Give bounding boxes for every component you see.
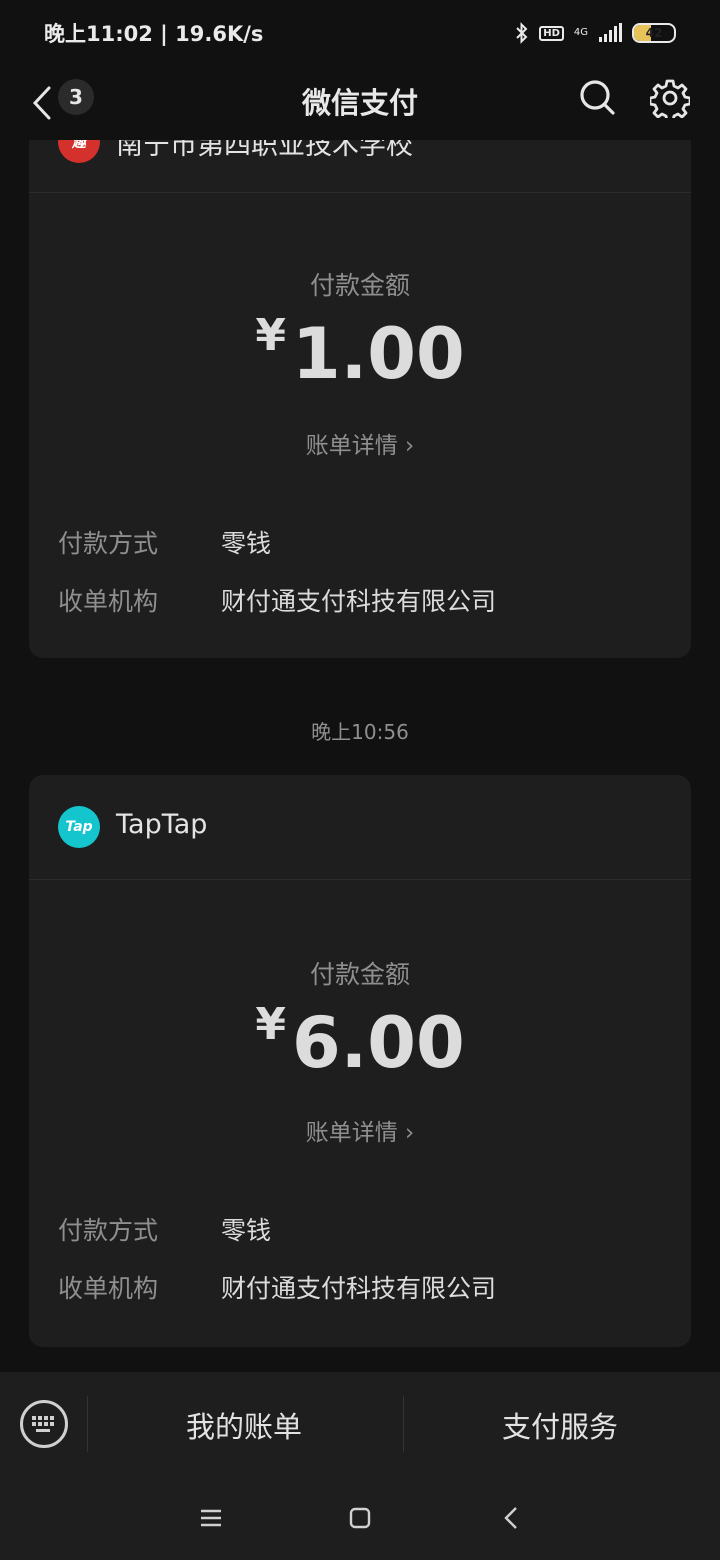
amount-value: ¥1.00 — [29, 310, 691, 395]
row-value: 零钱 — [221, 529, 272, 558]
menu-my-bills[interactable]: 我的账单 — [186, 1404, 302, 1446]
recent-apps-icon[interactable] — [195, 1502, 227, 1534]
search-icon[interactable] — [578, 78, 616, 116]
currency-symbol: ¥ — [255, 310, 286, 361]
system-back-icon[interactable] — [495, 1502, 527, 1534]
merchant-name: TapTap — [116, 809, 208, 840]
bottom-menu: 我的账单 支付服务 — [0, 1372, 720, 1476]
row-key: 收单机构 — [58, 587, 159, 616]
row-value: 财付通支付科技有限公司 — [221, 587, 497, 616]
acquirer-row: 收单机构 财付通支付科技有限公司 — [58, 582, 496, 618]
status-bar: 晚上11:02 | 19.6K/s HD 4G 42 — [0, 0, 720, 66]
payment-card[interactable]: Tap TapTap 付款金额 ¥6.00 账单详情 › 付款方式 零钱 收单机构… — [29, 775, 691, 1347]
hd-icon: HD — [539, 25, 564, 41]
menu-divider — [403, 1396, 404, 1452]
taptap-logo-icon: Tap — [58, 806, 100, 848]
amount-label: 付款金额 — [309, 960, 410, 989]
system-nav-bar — [0, 1476, 720, 1560]
amount-value: ¥6.00 — [29, 999, 691, 1084]
battery-icon: 42 — [632, 23, 676, 43]
row-key: 付款方式 — [58, 1216, 159, 1245]
home-icon[interactable] — [344, 1502, 376, 1534]
amount-number: 1.00 — [291, 313, 465, 395]
bill-detail-link[interactable]: 账单详情 › — [29, 1113, 691, 1147]
keyboard-icon[interactable] — [20, 1400, 68, 1448]
menu-payment-services[interactable]: 支付服务 — [502, 1404, 618, 1446]
amount-number: 6.00 — [291, 1002, 465, 1084]
menu-divider — [87, 1396, 88, 1452]
card-header: Tap TapTap — [29, 775, 691, 880]
acquirer-row: 收单机构 财付通支付科技有限公司 — [58, 1269, 496, 1305]
signal-icon — [599, 23, 622, 42]
row-value: 财付通支付科技有限公司 — [221, 1274, 497, 1303]
status-icons: HD 4G 42 — [515, 22, 676, 44]
payment-method-row: 付款方式 零钱 — [58, 524, 271, 560]
network-label: 4G — [573, 27, 588, 38]
status-time: 晚上11:02 | 19.6K/s — [44, 22, 264, 46]
gear-icon[interactable] — [650, 78, 690, 118]
row-value: 零钱 — [221, 1216, 272, 1245]
bluetooth-icon — [516, 22, 528, 44]
row-key: 付款方式 — [58, 529, 159, 558]
bill-detail-link[interactable]: 账单详情 › — [29, 426, 691, 460]
nav-bar: 3 微信支付 — [0, 66, 720, 140]
amount-label: 付款金额 — [309, 271, 410, 300]
payment-method-row: 付款方式 零钱 — [58, 1211, 271, 1247]
battery-level: 42 — [645, 26, 663, 40]
message-timestamp: 晚上10:56 — [311, 720, 409, 744]
row-key: 收单机构 — [58, 1274, 159, 1303]
payment-card[interactable]: 趣 南宁市第四职业技术学校 付款金额 ¥1.00 账单详情 › 付款方式 零钱 收… — [29, 88, 691, 658]
currency-symbol: ¥ — [255, 999, 286, 1050]
